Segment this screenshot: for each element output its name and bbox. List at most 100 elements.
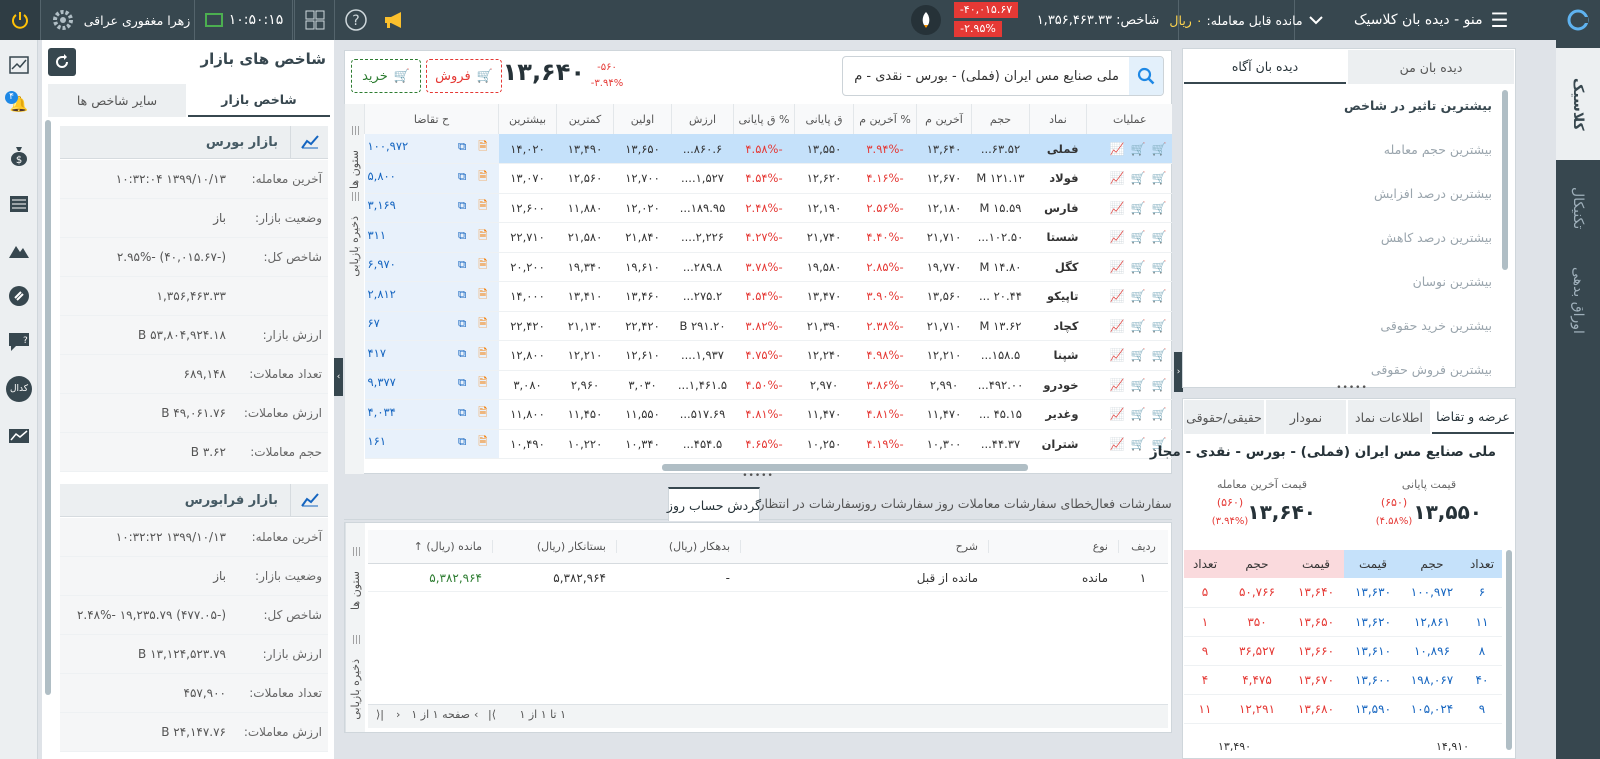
symbol-search[interactable]: ملی صنایع مس ایران (فملی) - بورس - نقدی …	[842, 56, 1164, 96]
horizontal-scrollbar[interactable]	[662, 464, 1028, 471]
chart-icon[interactable]: 📈	[1110, 378, 1125, 392]
column-header[interactable]: کمترین	[556, 104, 614, 134]
column-header[interactable]: حجم	[971, 104, 1030, 134]
buy-cart-icon[interactable]: 🛒	[1152, 319, 1167, 333]
column-header[interactable]: نماد	[1029, 104, 1087, 134]
table-row[interactable]: ۴۰ ۱۹۸,۰۶۷ ۱۳,۶۰۰ ۱۳,۶۷۰ ۴,۴۷۵ ۴	[1184, 665, 1502, 695]
column-header[interactable]: بیشترین	[498, 104, 557, 134]
tab-active-orders[interactable]: سفارشات فعال	[1090, 487, 1172, 520]
kodal-icon[interactable]: کدال	[6, 376, 32, 402]
external-link-icon[interactable]: ⧉	[458, 257, 466, 271]
chart-icon[interactable]: 📈	[1110, 142, 1125, 156]
save-restore-toggle[interactable]: ذخیره بازیابی	[349, 659, 362, 720]
symbol-cell[interactable]: فولاد	[1029, 163, 1087, 194]
note-icon[interactable]: 🗎	[478, 287, 487, 301]
chart-icon[interactable]: 📈	[1110, 260, 1125, 274]
column-header[interactable]: % ق پایانی	[733, 104, 795, 134]
column-header[interactable]: ح تقاضا	[364, 104, 499, 134]
search-icon[interactable]	[1129, 57, 1163, 95]
external-link-icon[interactable]: ⧉	[458, 287, 466, 301]
help-icon[interactable]: ?	[338, 0, 374, 40]
symbol-cell[interactable]: شتران	[1029, 429, 1087, 459]
note-icon[interactable]: 🗎	[478, 257, 487, 271]
tab-symbol-info[interactable]: اطلاعات نماد	[1348, 400, 1430, 434]
column-header[interactable]: ق پایانی	[794, 104, 854, 134]
buy-cart-icon[interactable]: 🛒	[1152, 230, 1167, 244]
save-restore-toggle[interactable]: ذخیره بازیابی	[348, 216, 361, 277]
buy-cart-icon[interactable]: 🛒	[1152, 407, 1167, 421]
sell-cart-icon[interactable]: 🛒	[1131, 319, 1146, 333]
tab-order-errors[interactable]: خطای سفارشات	[1004, 487, 1092, 520]
tab-daily-orders[interactable]: سفارشات روز	[859, 487, 934, 520]
buy-cart-icon[interactable]: 🛒	[1152, 289, 1167, 303]
chart-icon[interactable]: 📈	[1110, 348, 1125, 362]
table-row[interactable]: 🛒 🛒 📈 فملی ۶۳.۵۲... ۱۳,۶۴۰ -۳.۹۴% ۱۳,۵۵۰ -۴.۵۸% ۸…	[364, 134, 1172, 164]
chart-icon[interactable]: 📈	[1110, 407, 1125, 421]
tab-other-indices[interactable]: سایر شاخص ها	[48, 84, 186, 117]
chart-icon[interactable]: 📈	[1110, 230, 1125, 244]
buy-cart-icon[interactable]: 🛒	[1152, 348, 1167, 362]
sell-cart-icon[interactable]: 🛒	[1131, 407, 1146, 421]
table-row[interactable]: ۹ ۱۰۵,۰۲۴ ۱۳,۵۹۰ ۱۳,۶۸۰ ۱۲,۲۹۱ ۱۱	[1184, 694, 1502, 724]
column-header[interactable]: ارزش	[671, 104, 734, 134]
scrollbar[interactable]	[1506, 550, 1512, 750]
money-bag-icon[interactable]: $	[7, 144, 31, 168]
buy-button[interactable]: 🛒 خرید	[351, 59, 421, 93]
sell-cart-icon[interactable]: 🛒	[1131, 142, 1146, 156]
megaphone-icon[interactable]	[378, 0, 412, 40]
scrollbar[interactable]	[1502, 90, 1508, 270]
sell-cart-icon[interactable]: 🛒	[1131, 348, 1146, 362]
symbol-cell[interactable]: کچاد	[1029, 311, 1087, 341]
chart-line-icon[interactable]	[7, 53, 31, 77]
columns-toggle[interactable]: ستون ها	[348, 150, 361, 189]
power-icon[interactable]	[0, 0, 40, 40]
tab-supply-demand[interactable]: عرضه و تقاضا	[1432, 400, 1514, 434]
tab-daily-account-turnover[interactable]: گردش حساب روز	[667, 487, 761, 521]
note-icon[interactable]: 🗎	[478, 316, 487, 330]
note-icon[interactable]: 🗎	[478, 434, 487, 448]
symbol-cell[interactable]: شستا	[1029, 222, 1087, 253]
table-row[interactable]: ۸ ۱۰,۸۹۶ ۱۳,۶۱۰ ۱۳,۶۶۰ ۳۶,۵۲۷ ۹	[1184, 636, 1502, 666]
table-row[interactable]: 🛒 🛒 📈 خودرو ۴۹۲.۰۰... ۲,۹۹۰ -۳.۸۶% ۲,۹۷۰ -۴.۵۰% ۱…	[364, 370, 1172, 400]
symbol-cell[interactable]: وغدیر	[1029, 399, 1087, 430]
external-link-icon[interactable]: ⧉	[458, 405, 466, 419]
table-row[interactable]: ۶ ۱۰۰,۹۷۲ ۱۳,۶۳۰ ۱۳,۶۴۰ ۵۰,۷۶۶ ۵	[1184, 578, 1502, 608]
chart-icon[interactable]: 📈	[1110, 171, 1125, 185]
faq-icon[interactable]: ?	[7, 330, 31, 354]
external-link-icon[interactable]: ⧉	[458, 169, 466, 183]
symbol-cell[interactable]: شپنا	[1029, 340, 1087, 371]
symbol-cell[interactable]: خودرو	[1029, 370, 1087, 400]
settings-gear-icon[interactable]	[46, 0, 80, 40]
main-menu[interactable]: ☰ منو - دیده بان کلاسیک	[1354, 0, 1554, 40]
tab-agah-watch[interactable]: دیده بان آگاه	[1184, 50, 1346, 84]
list-table-icon[interactable]	[7, 192, 31, 216]
collapse-left-handle[interactable]: ‹	[334, 358, 343, 396]
mountain-icon[interactable]	[7, 238, 31, 262]
table-row[interactable]: 🛒 🛒 📈 تاپیکو ۲۰.۴۴ ... ۱۳,۵۶۰ -۳.۹۰% ۱۳,۴۷۰ -۴.۵…	[364, 281, 1172, 312]
chart-icon[interactable]: 📈	[1110, 319, 1125, 333]
chart-icon[interactable]: 📈	[1110, 201, 1125, 215]
table-row[interactable]: 🛒 🛒 📈 کچاد ۱۳.۶۲ M ۲۱,۷۱۰ -۲.۳۸% ۲۱,۳۹۰ -۳.۸۲% ۲۹…	[364, 311, 1172, 341]
buy-cart-icon[interactable]: 🛒	[1152, 171, 1167, 185]
external-link-icon[interactable]: ⧉	[458, 316, 466, 330]
table-row[interactable]: 🛒 🛒 📈 فارس ۱۵.۵۹ M ۱۲,۱۸۰ -۲.۵۶% ۱۲,۱۹۰ -۲.۴۸% ۱۸…	[364, 193, 1172, 223]
table-row[interactable]: ۱۱ ۱۲,۸۶۱ ۱۳,۶۲۰ ۱۳,۶۵۰ ۳۵۰ ۱	[1184, 607, 1502, 637]
chart-icon[interactable]: 📈	[1110, 289, 1125, 303]
column-header[interactable]: آخرین م	[916, 104, 972, 134]
rail-tab-technical[interactable]: تکنیکال	[1556, 168, 1600, 248]
buy-cart-icon[interactable]: 🛒	[1152, 260, 1167, 274]
link-icon[interactable]	[7, 284, 31, 308]
scrollbar[interactable]	[45, 120, 51, 695]
external-link-icon[interactable]: ⧉	[458, 198, 466, 212]
note-icon[interactable]: 🗎	[478, 346, 487, 360]
external-link-icon[interactable]: ⧉	[458, 139, 466, 153]
buy-cart-icon[interactable]: 🛒	[1152, 378, 1167, 392]
sell-cart-icon[interactable]: 🛒	[1131, 171, 1146, 185]
external-link-icon[interactable]: ⧉	[458, 228, 466, 242]
external-link-icon[interactable]: ⧉	[458, 434, 466, 448]
watchlist-item[interactable]: بیشترین تاثیر در شاخص	[1186, 98, 1492, 132]
table-row[interactable]: 🛒🛒📈 شپنا ۱۵۸.۵... ۱۲,۲۱۰ -۴.۹۸% ۱۲,۲۴۰ -۴.۷۵% ۱…	[364, 340, 1172, 371]
sell-cart-icon[interactable]: 🛒	[1131, 437, 1146, 451]
resize-handle[interactable]: •••••	[735, 471, 781, 481]
tab-daily-trades[interactable]: معاملات روز	[934, 487, 1002, 520]
